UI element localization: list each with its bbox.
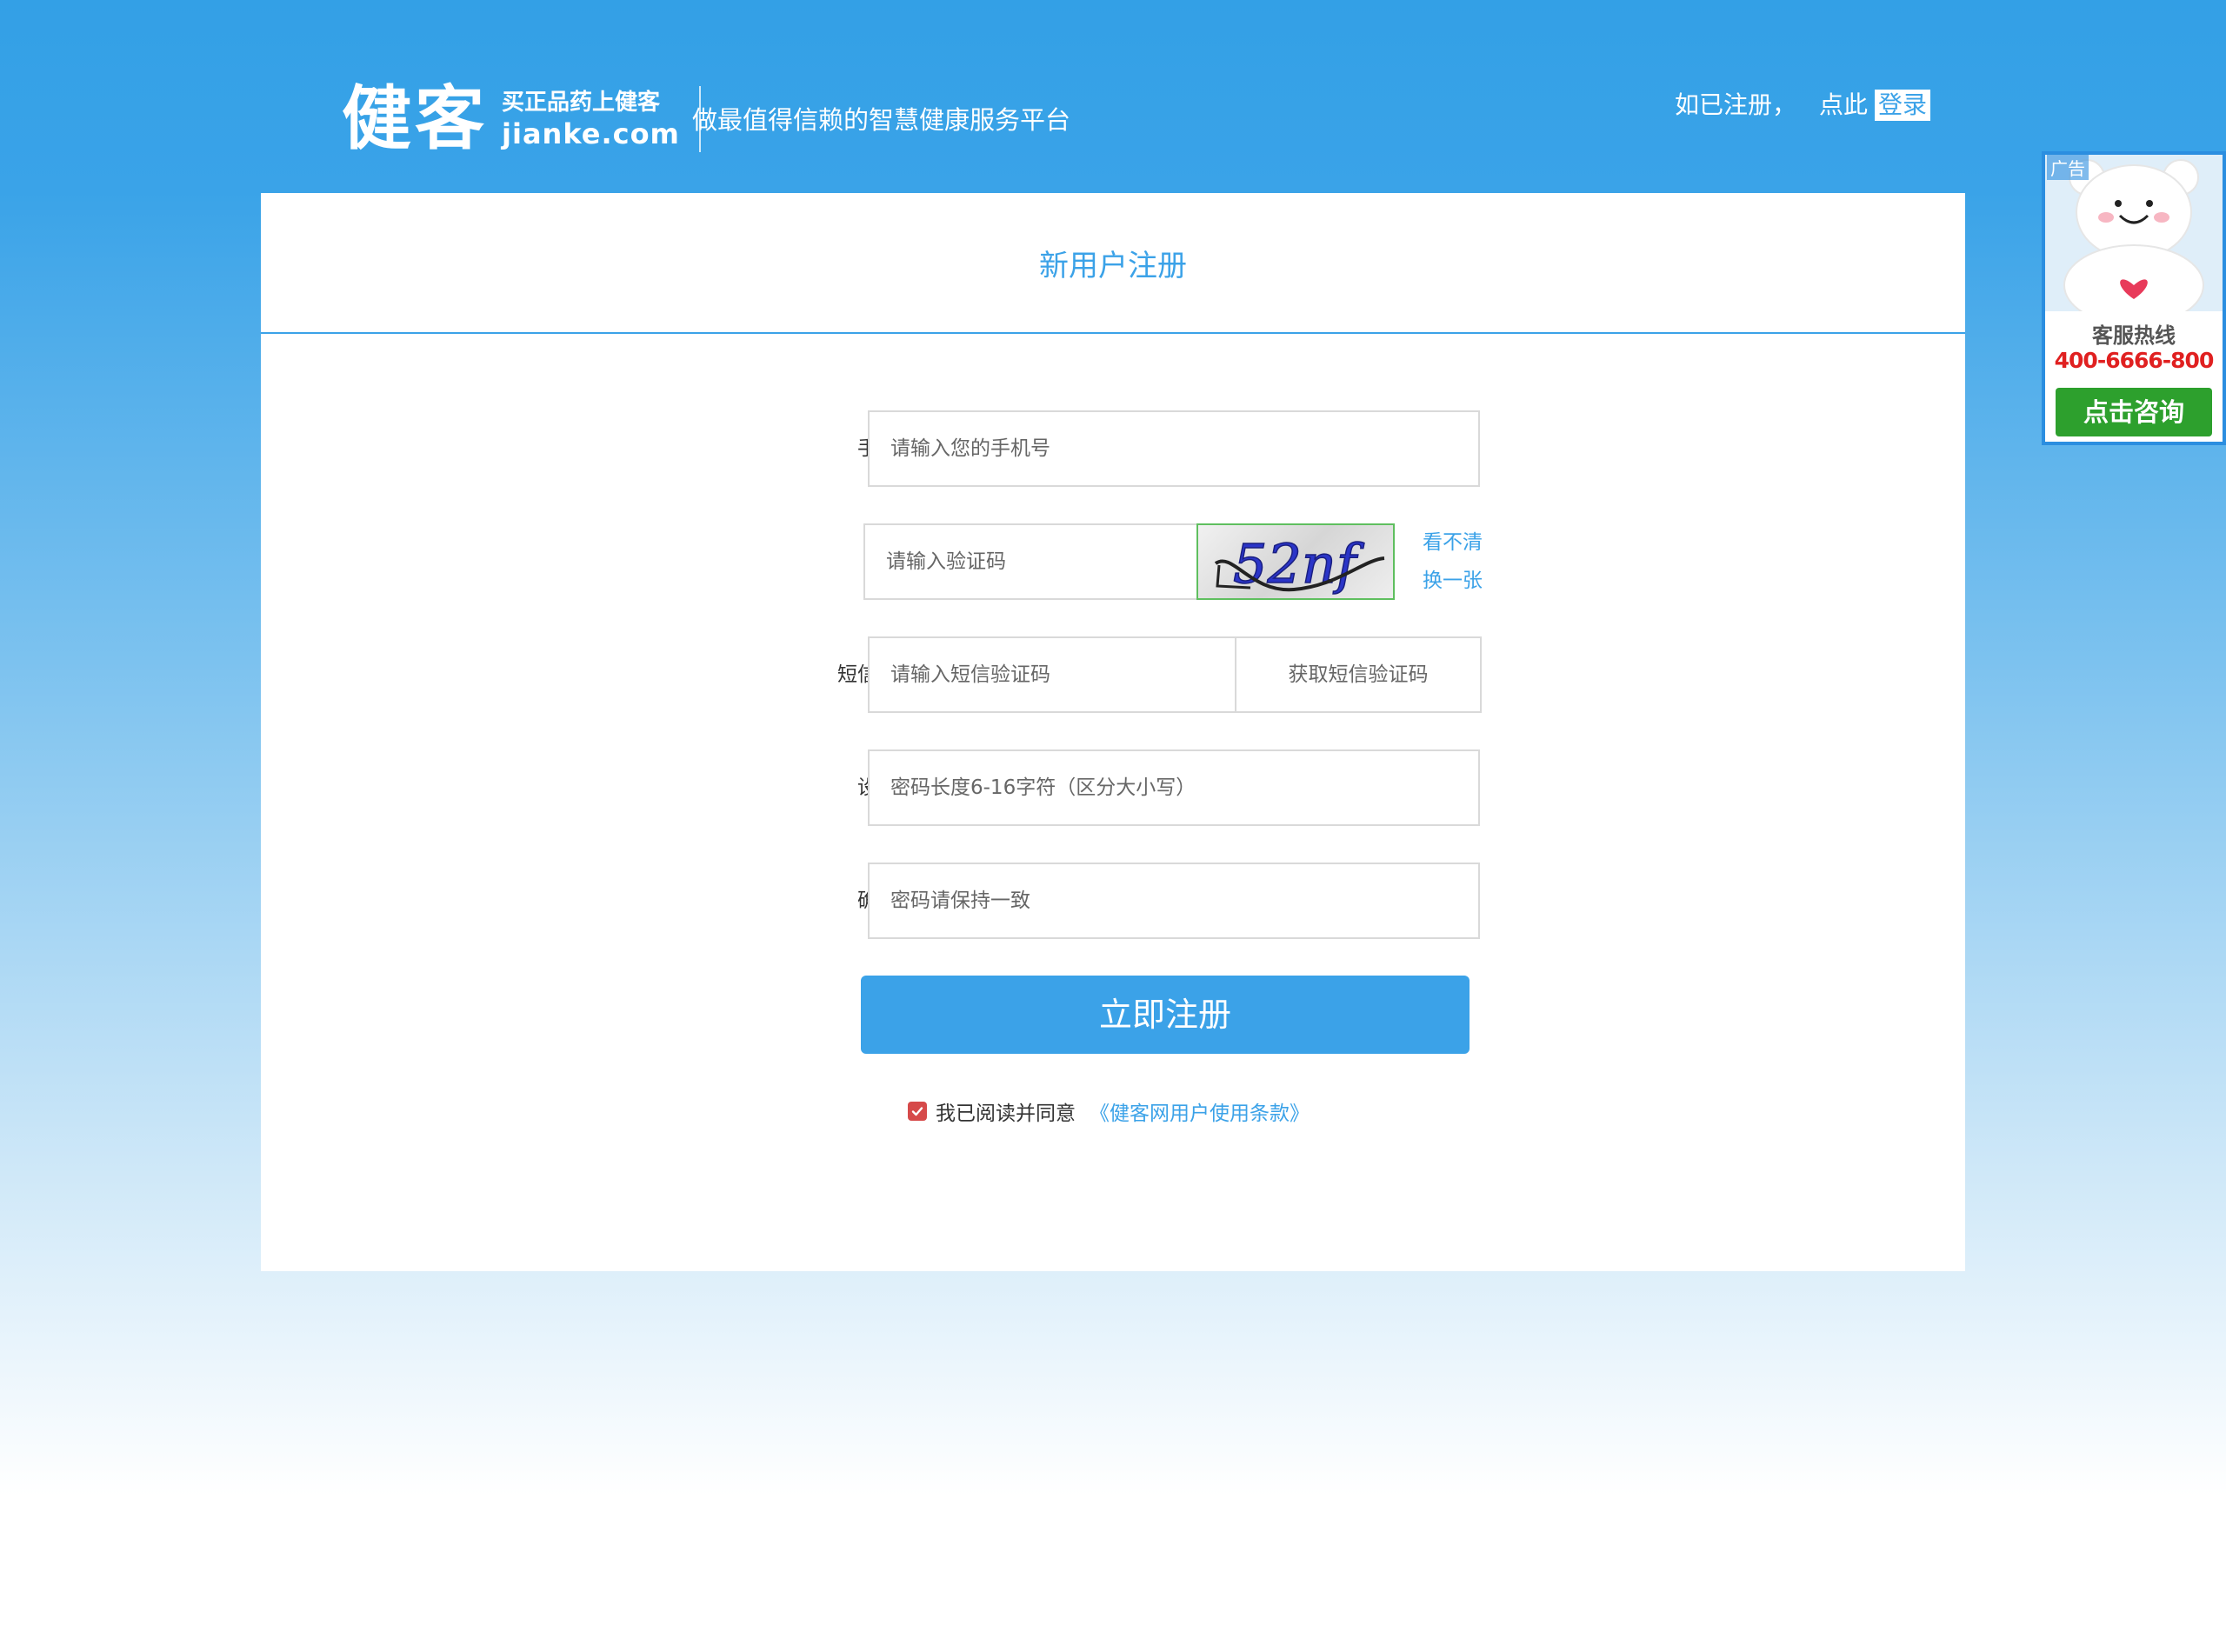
captcha-refresh-line2: 换一张: [1423, 570, 1483, 592]
logo-wordmark: 健客: [342, 78, 488, 159]
register-panel: 新用户注册 手机号码 验证码 52nf 看不清 换一张 短信验证码 获取短信验证…: [261, 193, 1965, 1271]
page-title: 新用户注册: [261, 193, 1965, 334]
password-row: 设置密码: [261, 749, 1965, 826]
captcha-row: 验证码 52nf 看不清 换一张: [261, 523, 1965, 600]
consult-button[interactable]: 点击咨询: [2056, 388, 2212, 436]
hotline-number: 400-6666-800: [2054, 348, 2215, 373]
captcha-graphic: 52nf: [1214, 531, 1385, 596]
checkmark-icon: [911, 1107, 923, 1116]
agreement: 我已阅读并同意 《健客网用户使用条款》: [908, 1092, 1310, 1130]
register-button[interactable]: 立即注册: [861, 976, 1470, 1054]
ad-body: 广告 客服热线 400-6666-800 点击咨询: [2045, 155, 2223, 442]
captcha-input[interactable]: [863, 523, 1198, 600]
terms-link[interactable]: 《健客网用户使用条款》: [1090, 1096, 1310, 1126]
hotline-label: 客服热线: [2092, 323, 2176, 348]
site-slogan: 做最值得信赖的智慧健康服务平台: [692, 105, 1071, 135]
captcha-refresh-link[interactable]: 看不清 换一张: [1423, 523, 1483, 600]
captcha-text: 52nf: [1233, 532, 1365, 596]
phone-input[interactable]: [868, 410, 1480, 487]
password-input[interactable]: [868, 749, 1480, 826]
captcha-image[interactable]: 52nf: [1196, 523, 1395, 600]
logo-subtitle: 买正品药上健客 jianke.com: [502, 88, 680, 150]
phone-row: 手机号码: [261, 410, 1965, 487]
sms-code-input[interactable]: [868, 636, 1236, 713]
captcha-refresh-line1: 看不清: [1423, 531, 1483, 554]
customer-service-ad[interactable]: 广告 客服热线 400-6666-800 点击咨询: [2042, 151, 2226, 445]
login-hint-prefix: 如已注册，: [1674, 90, 1796, 119]
login-hint-mid: 点此: [1818, 90, 1868, 119]
login-link[interactable]: 登录: [1874, 90, 1930, 121]
logo-domain: jianke.com: [502, 117, 680, 150]
sms-row: 短信验证码 获取短信验证码: [261, 636, 1965, 713]
login-hint: 如已注册， 点此 登录: [1675, 88, 1930, 123]
get-sms-code-button[interactable]: 获取短信验证码: [1235, 636, 1482, 713]
agree-text: 我已阅读并同意: [936, 1102, 1076, 1125]
confirm-password-input[interactable]: [868, 863, 1480, 939]
confirm-password-row: 确认密码: [261, 863, 1965, 939]
ad-tag: 广告: [2047, 155, 2089, 180]
site-logo[interactable]: 健客 买正品药上健客 jianke.com: [342, 80, 701, 158]
agree-checkbox[interactable]: [908, 1102, 927, 1121]
logo-tagline: 买正品药上健客: [502, 90, 661, 116]
